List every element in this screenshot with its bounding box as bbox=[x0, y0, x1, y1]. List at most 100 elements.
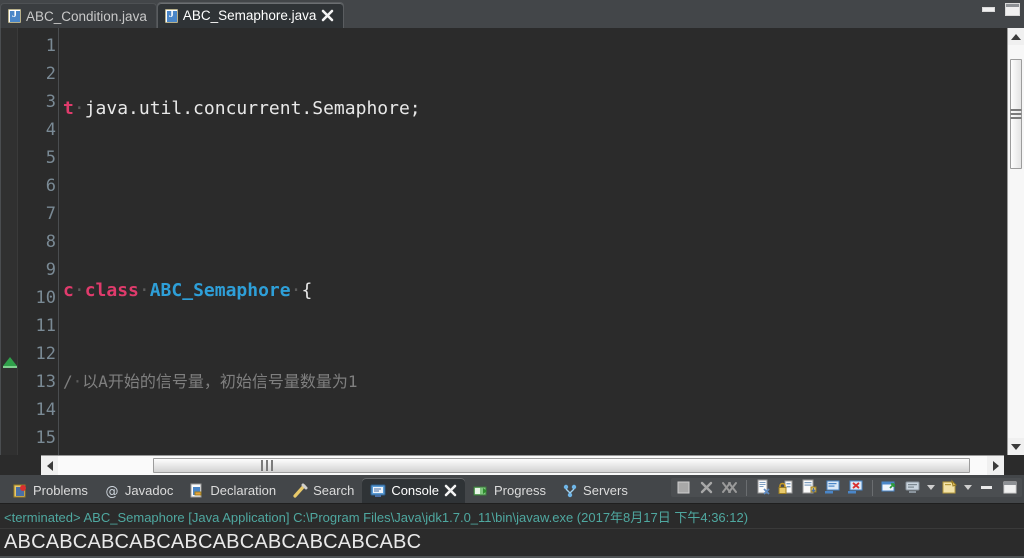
java-file-icon bbox=[8, 9, 21, 23]
hscroll-gutter-spacer bbox=[0, 455, 41, 476]
toolbar-separator bbox=[746, 479, 747, 496]
minimize-icon[interactable] bbox=[978, 479, 995, 496]
view-tab-label: Servers bbox=[583, 483, 628, 499]
code-line-1: t·java.util.concurrent.Semaphore; bbox=[63, 98, 421, 119]
close-console-icon[interactable] bbox=[847, 479, 864, 496]
tab-progress[interactable]: Progress bbox=[465, 478, 554, 503]
line-number: 11 bbox=[35, 316, 56, 336]
console-launch-header: <terminated> ABC_Semaphore [Java Applica… bbox=[0, 504, 1024, 530]
view-tab-bar: Problems @ Javadoc Declaration Search Co… bbox=[0, 475, 1024, 504]
view-tab-label: Problems bbox=[33, 483, 88, 499]
line-number: 6 bbox=[45, 176, 56, 196]
chevron-up-icon bbox=[1011, 33, 1021, 40]
console-toolbar bbox=[671, 478, 1022, 498]
line-number: 4 bbox=[45, 120, 56, 140]
search-icon bbox=[292, 483, 308, 499]
grip-icon bbox=[260, 457, 275, 475]
console-output-text: ABCABCABCABCABCABCABCABCABCABC bbox=[4, 531, 422, 554]
editor-tab-bar: ABC_Condition.java ABC_Semaphore.java bbox=[0, 0, 1024, 28]
console-icon bbox=[370, 483, 386, 499]
view-tab-label: Declaration bbox=[210, 483, 277, 499]
servers-icon bbox=[562, 483, 578, 499]
problems-icon bbox=[12, 483, 28, 499]
window-controls bbox=[982, 3, 1020, 16]
stop-square-icon[interactable] bbox=[675, 479, 692, 496]
green-triangle-marker-icon bbox=[3, 357, 17, 368]
clear-console-icon[interactable] bbox=[755, 479, 772, 496]
hscroll-corner bbox=[1004, 455, 1024, 476]
tab-servers[interactable]: Servers bbox=[554, 478, 636, 503]
chevron-left-icon bbox=[46, 460, 53, 471]
scroll-lock-icon[interactable] bbox=[778, 479, 795, 496]
editor-tab-label: ABC_Semaphore.java bbox=[182, 8, 317, 23]
display-console-icon[interactable] bbox=[824, 479, 841, 496]
scroll-track[interactable] bbox=[58, 456, 987, 476]
maximize-icon[interactable] bbox=[1005, 3, 1020, 16]
new-console-view-icon[interactable] bbox=[881, 479, 898, 496]
toolbar-separator bbox=[872, 479, 873, 496]
chevron-right-icon bbox=[992, 460, 999, 471]
line-number: 9 bbox=[45, 260, 56, 280]
javadoc-icon: @ bbox=[104, 483, 120, 499]
code-editor[interactable]: 1 2 3 4 5 6 7 8 9 10 11 12 13 14 15 t·ja… bbox=[0, 28, 1024, 456]
scroll-track[interactable] bbox=[1008, 45, 1024, 439]
svg-text:@: @ bbox=[105, 484, 118, 499]
line-number: 14 bbox=[35, 400, 56, 420]
console-view[interactable]: <terminated> ABC_Semaphore [Java Applica… bbox=[0, 503, 1024, 557]
tab-console[interactable]: Console bbox=[362, 478, 466, 504]
editor-tab-label: ABC_Condition.java bbox=[26, 8, 147, 24]
editor-marker-bar[interactable] bbox=[1, 28, 18, 456]
tab-javadoc[interactable]: @ Javadoc bbox=[96, 478, 181, 503]
scroll-right-button[interactable] bbox=[987, 456, 1004, 476]
view-tab-label: Progress bbox=[494, 483, 547, 499]
tab-problems[interactable]: Problems bbox=[4, 478, 96, 503]
chevron-down-icon bbox=[1011, 443, 1021, 450]
code-line-3: c·class·ABC_Semaphore·{ bbox=[63, 280, 313, 301]
line-number: 1 bbox=[45, 36, 56, 56]
bottom-view-panel: Problems @ Javadoc Declaration Search Co… bbox=[0, 475, 1024, 557]
code-line-4: /·以A开始的信号量，初始信号量数量为1 bbox=[63, 372, 358, 391]
open-console-icon[interactable] bbox=[904, 479, 921, 496]
tab-search[interactable]: Search bbox=[284, 478, 362, 503]
chevron-down-icon[interactable] bbox=[964, 485, 972, 491]
scroll-thumb[interactable] bbox=[153, 457, 970, 475]
tab-declaration[interactable]: Declaration bbox=[181, 478, 284, 503]
line-number: 10 bbox=[35, 288, 56, 308]
view-tab-label: Javadoc bbox=[124, 483, 174, 499]
close-icon[interactable] bbox=[321, 9, 334, 22]
line-number-gutter: 1 2 3 4 5 6 7 8 9 10 11 12 13 14 15 bbox=[18, 28, 58, 456]
line-number: 2 bbox=[45, 64, 56, 84]
eclipse-window: ABC_Condition.java ABC_Semaphore.java 1 … bbox=[0, 0, 1024, 558]
code-text-area[interactable]: t·java.util.concurrent.Semaphore; c·clas… bbox=[59, 28, 1024, 456]
line-number: 12 bbox=[35, 344, 56, 364]
editor-horizontal-scrollbar-row bbox=[0, 455, 1024, 476]
line-number: 3 bbox=[45, 92, 56, 112]
remove-all-xx-icon[interactable] bbox=[721, 479, 738, 496]
maximize-icon[interactable] bbox=[1001, 479, 1018, 496]
editor-tab-abc-condition[interactable]: ABC_Condition.java bbox=[0, 3, 157, 28]
close-icon[interactable] bbox=[444, 484, 457, 497]
declaration-icon bbox=[189, 483, 205, 499]
editor-horizontal-scrollbar[interactable] bbox=[41, 455, 1004, 476]
scroll-up-button[interactable] bbox=[1008, 28, 1024, 45]
scroll-left-button[interactable] bbox=[41, 456, 58, 476]
line-number: 7 bbox=[45, 204, 56, 224]
pin-console-icon[interactable] bbox=[801, 479, 818, 496]
java-file-icon bbox=[164, 8, 178, 23]
chevron-down-icon[interactable] bbox=[927, 485, 935, 491]
pin-view-icon[interactable] bbox=[941, 479, 958, 496]
remove-x-icon[interactable] bbox=[698, 479, 715, 496]
scroll-thumb[interactable] bbox=[1010, 59, 1022, 169]
view-tab-label: Console bbox=[391, 483, 440, 499]
scroll-down-button[interactable] bbox=[1008, 438, 1024, 456]
view-tab-label: Search bbox=[313, 483, 355, 499]
editor-vertical-scrollbar[interactable] bbox=[1007, 28, 1024, 456]
line-number: 5 bbox=[45, 148, 56, 168]
grip-icon bbox=[1010, 107, 1022, 121]
line-number: 13 bbox=[35, 372, 56, 392]
line-number: 15 bbox=[35, 428, 56, 448]
minimize-icon[interactable] bbox=[982, 7, 995, 12]
editor-tab-abc-semaphore[interactable]: ABC_Semaphore.java bbox=[156, 2, 345, 28]
progress-icon bbox=[473, 483, 489, 499]
